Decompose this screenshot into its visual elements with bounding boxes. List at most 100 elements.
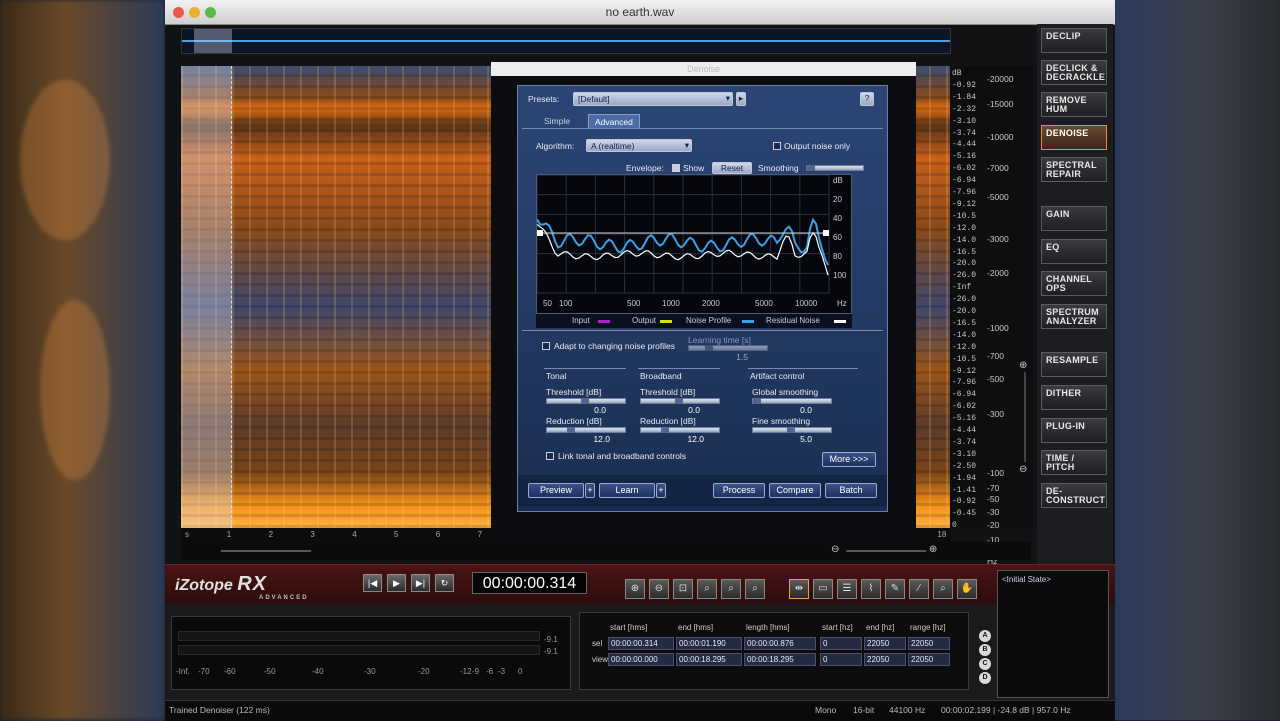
module-button-eq[interactable]: EQ: [1041, 239, 1107, 264]
freq-select-tool[interactable]: ☰: [837, 579, 857, 599]
slider-thumb[interactable]: [753, 398, 761, 404]
help-button[interactable]: ?: [860, 92, 874, 106]
loop-button[interactable]: ↻: [435, 574, 454, 592]
link-controls-checkbox[interactable]: [546, 452, 554, 460]
module-button-resample[interactable]: RESAMPLE: [1041, 352, 1107, 377]
view-range-freq-field[interactable]: 22050: [908, 653, 950, 666]
tonal-threshold-slider[interactable]: [546, 398, 626, 404]
slider-thumb[interactable]: [661, 427, 670, 433]
sel-start-time-field[interactable]: 00:00:00.314: [608, 637, 674, 650]
hand-tool[interactable]: ✋: [957, 579, 977, 599]
spectrogram-selection[interactable]: [181, 66, 232, 528]
play-button[interactable]: ▶: [387, 574, 406, 592]
process-button[interactable]: Process: [713, 483, 765, 498]
undo-history-panel[interactable]: <Initial State>: [997, 570, 1109, 698]
slider-thumb[interactable]: [567, 427, 576, 433]
module-button-gain[interactable]: GAIN: [1041, 206, 1107, 231]
slider-thumb[interactable]: [807, 165, 815, 171]
sel-start-freq-field[interactable]: 0: [820, 637, 862, 650]
module-button-plug-in[interactable]: PLUG-IN: [1041, 418, 1107, 443]
tab-simple[interactable]: Simple: [538, 114, 576, 128]
adapt-noise-checkbox[interactable]: [542, 342, 550, 350]
vertical-zoom-slider[interactable]: [1024, 372, 1026, 462]
module-button-spectrum-analyzer[interactable]: SPECTRUM ANALYZER: [1041, 304, 1107, 329]
zoom-frequency-tool[interactable]: ⌕: [721, 579, 741, 599]
snapshot-a-button[interactable]: A: [979, 630, 991, 642]
wand-tool[interactable]: ⁄: [909, 579, 929, 599]
horizontal-zoom-slider[interactable]: [846, 550, 926, 552]
history-initial-state[interactable]: <Initial State>: [1002, 575, 1051, 584]
tab-advanced[interactable]: Advanced: [588, 114, 640, 128]
slider-thumb[interactable]: [787, 427, 795, 433]
preview-options-button[interactable]: +: [585, 483, 595, 498]
module-button-channel-ops[interactable]: CHANNEL OPS: [1041, 271, 1107, 296]
lasso-tool[interactable]: ⌇: [861, 579, 881, 599]
snapshot-d-button[interactable]: D: [979, 672, 991, 684]
slider-thumb[interactable]: [675, 398, 683, 404]
meter-tick: -Inf.: [176, 667, 190, 676]
envelope-smoothing-slider[interactable]: [806, 165, 864, 171]
noise-profile-graph[interactable]: dB 20 40 60 80 100 50 100 500 1000 2000 5000 10000 Hz: [536, 174, 852, 314]
preset-menu-button[interactable]: ▸: [736, 92, 746, 106]
module-button-denoise[interactable]: DENOISE: [1041, 125, 1107, 150]
learn-button[interactable]: Learn: [599, 483, 655, 498]
slider-thumb[interactable]: [581, 398, 589, 404]
sel-end-time-field[interactable]: 00:00:01.190: [676, 637, 742, 650]
view-end-freq-field[interactable]: 22050: [864, 653, 906, 666]
sel-end-freq-field[interactable]: 22050: [864, 637, 906, 650]
learning-time-slider[interactable]: [688, 345, 768, 351]
vertical-zoom-in-icon[interactable]: ⊕: [1019, 360, 1027, 371]
horizontal-zoom-bar[interactable]: ⊖ ⊕: [181, 542, 1031, 560]
module-button-de-construct[interactable]: DE- CONSTRUCT: [1041, 483, 1107, 508]
brush-tool[interactable]: ✎: [885, 579, 905, 599]
rewind-button[interactable]: |◀: [363, 574, 382, 592]
global-smoothing-slider[interactable]: [752, 398, 832, 404]
module-button-declick-decrackle[interactable]: DECLICK & DECRACKLE: [1041, 60, 1107, 85]
envelope-show-checkbox[interactable]: [672, 164, 680, 172]
zoom-selection-tool[interactable]: ⊡: [673, 579, 693, 599]
zoom-out-tool[interactable]: ⊖: [649, 579, 669, 599]
preview-button[interactable]: Preview: [528, 483, 584, 498]
overview-selection[interactable]: [194, 29, 232, 53]
compare-button[interactable]: Compare: [769, 483, 821, 498]
time-select-tool[interactable]: ⇹: [789, 579, 809, 599]
learn-options-button[interactable]: +: [656, 483, 666, 498]
broadband-reduction-slider[interactable]: [640, 427, 720, 433]
sel-length-field[interactable]: 00:00:00.876: [744, 637, 816, 650]
view-start-freq-field[interactable]: 0: [820, 653, 862, 666]
module-button-declip[interactable]: DECLIP: [1041, 28, 1107, 53]
sel-range-freq-field[interactable]: 22050: [908, 637, 950, 650]
rect-select-tool[interactable]: ▭: [813, 579, 833, 599]
slider-thumb[interactable]: [705, 345, 713, 351]
snapshot-c-button[interactable]: C: [979, 658, 991, 670]
view-length-field[interactable]: 00:00:18.295: [744, 653, 816, 666]
envelope-reset-button[interactable]: Reset: [712, 162, 752, 174]
zoom-in-tool[interactable]: ⊕: [625, 579, 645, 599]
zoom-time-tool[interactable]: ⌕: [697, 579, 717, 599]
view-end-time-field[interactable]: 00:00:18.295: [676, 653, 742, 666]
output-noise-only-checkbox[interactable]: [773, 142, 781, 150]
batch-button[interactable]: Batch: [825, 483, 877, 498]
view-start-time-field[interactable]: 00:00:00.000: [608, 653, 674, 666]
tonal-reduction-slider[interactable]: [546, 427, 626, 433]
zoom-fit-tool[interactable]: ⌕: [745, 579, 765, 599]
presets-dropdown[interactable]: [Default] ▾: [573, 92, 733, 106]
broadband-threshold-slider[interactable]: [640, 398, 720, 404]
zoom-out-icon[interactable]: ⊖: [831, 544, 839, 555]
time-ruler-tick: 4: [352, 530, 357, 539]
vertical-zoom[interactable]: ⊕ ⊖: [1015, 360, 1035, 480]
fine-smoothing-slider[interactable]: [752, 427, 832, 433]
algorithm-dropdown[interactable]: A (realtime) ▾: [586, 139, 692, 152]
module-button-dither[interactable]: DITHER: [1041, 385, 1107, 410]
module-button-spectral-repair[interactable]: SPECTRAL REPAIR: [1041, 157, 1107, 182]
vertical-zoom-out-icon[interactable]: ⊖: [1019, 464, 1027, 475]
snapshot-b-button[interactable]: B: [979, 644, 991, 656]
waveform-overview[interactable]: [181, 28, 951, 54]
more-button[interactable]: More >>>: [822, 452, 876, 467]
zoom-in-icon[interactable]: ⊕: [929, 544, 937, 555]
zoom-tool[interactable]: ⌕: [933, 579, 953, 599]
module-button-remove-hum[interactable]: REMOVE HUM: [1041, 92, 1107, 117]
module-button-time-pitch[interactable]: TIME / PITCH: [1041, 450, 1107, 475]
play-selection-button[interactable]: ▶|: [411, 574, 430, 592]
horizontal-scrollbar[interactable]: [221, 550, 311, 552]
